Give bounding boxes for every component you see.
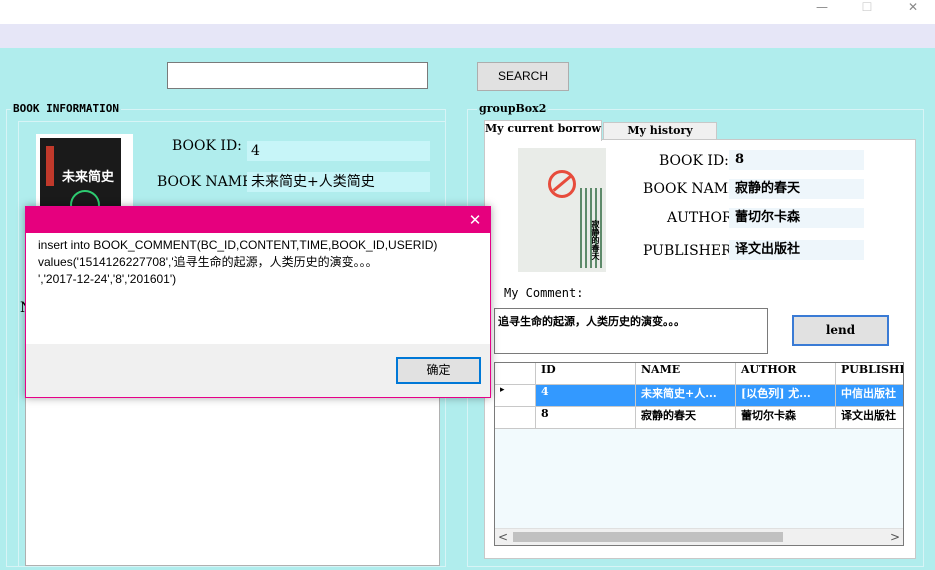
grid-cell[interactable]: 4 — [536, 385, 636, 407]
author-value[interactable]: 蕾切尔卡森 — [729, 208, 864, 228]
grid-row-header[interactable] — [495, 407, 536, 429]
grid-row-indicator[interactable]: ▸ — [495, 385, 536, 407]
grid-cell[interactable]: [以色列] 尤... — [736, 385, 836, 407]
grid-column-header[interactable]: PUBLISHER — [836, 363, 903, 385]
grid-row-header-corner — [495, 363, 536, 385]
menu-strip — [0, 24, 935, 48]
close-window-button[interactable]: ✕ — [898, 0, 928, 16]
book-id-label: BOOK ID: — [172, 138, 242, 154]
grid-column-header[interactable]: AUTHOR — [736, 363, 836, 385]
dialog-title-bar: ✕ — [26, 207, 490, 233]
borrow-book-name-value[interactable]: 寂静的春天 — [729, 179, 864, 199]
tab-my-current-borrow[interactable]: My current borrow — [484, 120, 602, 141]
scrollbar-thumb[interactable] — [513, 532, 783, 542]
book-name-label: BOOK NAME: — [157, 174, 258, 190]
scroll-left-arrow-icon[interactable]: < — [498, 529, 508, 545]
dialog-footer: 确定 — [26, 344, 490, 397]
publisher-label: PUBLISHER: — [643, 243, 737, 259]
book-id-value[interactable]: 4 — [247, 141, 430, 161]
author-label: AUTHOR: — [667, 210, 738, 226]
my-comment-label: My Comment: — [504, 286, 584, 300]
grid-cell[interactable]: 蕾切尔卡森 — [736, 407, 836, 429]
minimize-button[interactable]: — — [807, 0, 837, 16]
maximize-button[interactable]: ☐ — [852, 0, 882, 16]
scroll-right-arrow-icon[interactable]: > — [890, 529, 900, 545]
dialog-close-icon[interactable]: ✕ — [466, 211, 484, 229]
book-name-value[interactable]: 未来简史+人类简史 — [247, 172, 430, 192]
grid-cell[interactable]: 中信出版社 — [836, 385, 903, 407]
grid-cell[interactable]: 寂静的春天 — [636, 407, 736, 429]
book-cover-title: 未来简史 — [62, 170, 115, 185]
dialog-message: insert into BOOK_COMMENT(BC_ID,CONTENT,T… — [38, 238, 438, 286]
title-bar — [0, 0, 935, 24]
borrow-grid[interactable]: ID NAME AUTHOR PUBLISHER ▸ 4 未来简史+人... [… — [494, 362, 904, 546]
lend-button[interactable]: lend — [792, 315, 889, 346]
borrowed-book-cover-title: 寂静的春天 — [591, 220, 600, 260]
borrow-book-id-value[interactable]: 8 — [729, 150, 864, 170]
left-list-box[interactable] — [25, 396, 440, 566]
grid-column-header[interactable]: ID — [536, 363, 636, 385]
search-input[interactable] — [167, 62, 428, 89]
horizontal-scrollbar[interactable]: < > — [495, 528, 903, 545]
publisher-value[interactable]: 译文出版社 — [729, 240, 864, 260]
grid-cell[interactable]: 8 — [536, 407, 636, 429]
grid-cell[interactable]: 译文出版社 — [836, 407, 903, 429]
grid-column-header[interactable]: NAME — [636, 363, 736, 385]
message-dialog: ✕ insert into BOOK_COMMENT(BC_ID,CONTENT… — [25, 206, 491, 398]
groupbox2-title: groupBox2 — [477, 102, 549, 115]
tab-my-history-borrow[interactable]: My history borrow — [603, 122, 717, 153]
grid-cell[interactable]: 未来简史+人... — [636, 385, 736, 407]
search-button[interactable]: SEARCH — [477, 62, 569, 91]
comment-textbox[interactable]: 追寻生命的起源，人类历史的演变。。。 — [494, 308, 768, 354]
book-information-title: BOOK INFORMATION — [11, 102, 121, 115]
borrowed-book-cover-image: 寂静的春天 — [518, 148, 606, 272]
borrow-book-id-label: BOOK ID: — [659, 153, 729, 169]
ok-button[interactable]: 确定 — [396, 357, 481, 384]
